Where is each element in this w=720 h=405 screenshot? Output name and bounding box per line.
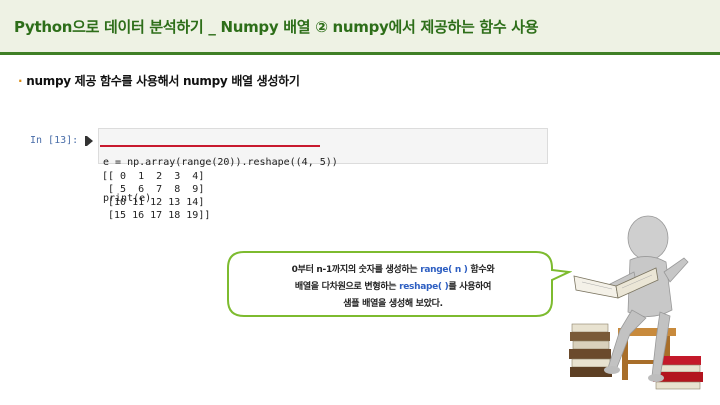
bullet-icon: · (18, 74, 23, 88)
output-line: [15 16 17 18 19]] (102, 210, 211, 221)
section-heading: · numpy 제공 함수를 사용해서 numpy 배열 생성하기 (18, 72, 300, 89)
range-keyword: range( n ) (420, 265, 468, 275)
output-line: [[ 0 1 2 3 4] (102, 171, 205, 182)
code-line: e = np.array(range(20)).reshape((4, 5)) (103, 157, 338, 168)
cell-prompt: In [13]: (30, 135, 79, 146)
callout-line-3: 샘플 배열을 생성해 보았다. (343, 299, 443, 309)
reshape-keyword: reshape( ) (399, 282, 449, 292)
cell-output: [[ 0 1 2 3 4] [ 5 6 7 8 9] [10 11 12 13 … (102, 170, 210, 222)
callout-text: 0부터 n-1까지의 숫자를 생성하는 range( n ) 함수와 배열을 다… (232, 262, 554, 313)
output-line: [ 5 6 7 8 9] (102, 184, 205, 195)
callout-line-1: 0부터 n-1까지의 숫자를 생성하는 range( n ) 함수와 (291, 265, 495, 275)
output-line: [10 11 12 13 14] (102, 197, 205, 208)
page-title: Python으로 데이터 분석하기 _ Numpy 배열 ② numpy에서 제… (14, 18, 539, 36)
reading-figure-illustration (569, 215, 703, 390)
callout-line-2: 배열을 다차원으로 변형하는 reshape( )를 사용하여 (294, 282, 492, 292)
run-cell-icon[interactable] (85, 136, 93, 146)
title-divider (0, 52, 720, 55)
code-highlight-underline (100, 145, 320, 147)
section-heading-text: numpy 제공 함수를 사용해서 numpy 배열 생성하기 (26, 74, 300, 88)
title-bar: Python으로 데이터 분석하기 _ Numpy 배열 ② numpy에서 제… (0, 0, 720, 52)
